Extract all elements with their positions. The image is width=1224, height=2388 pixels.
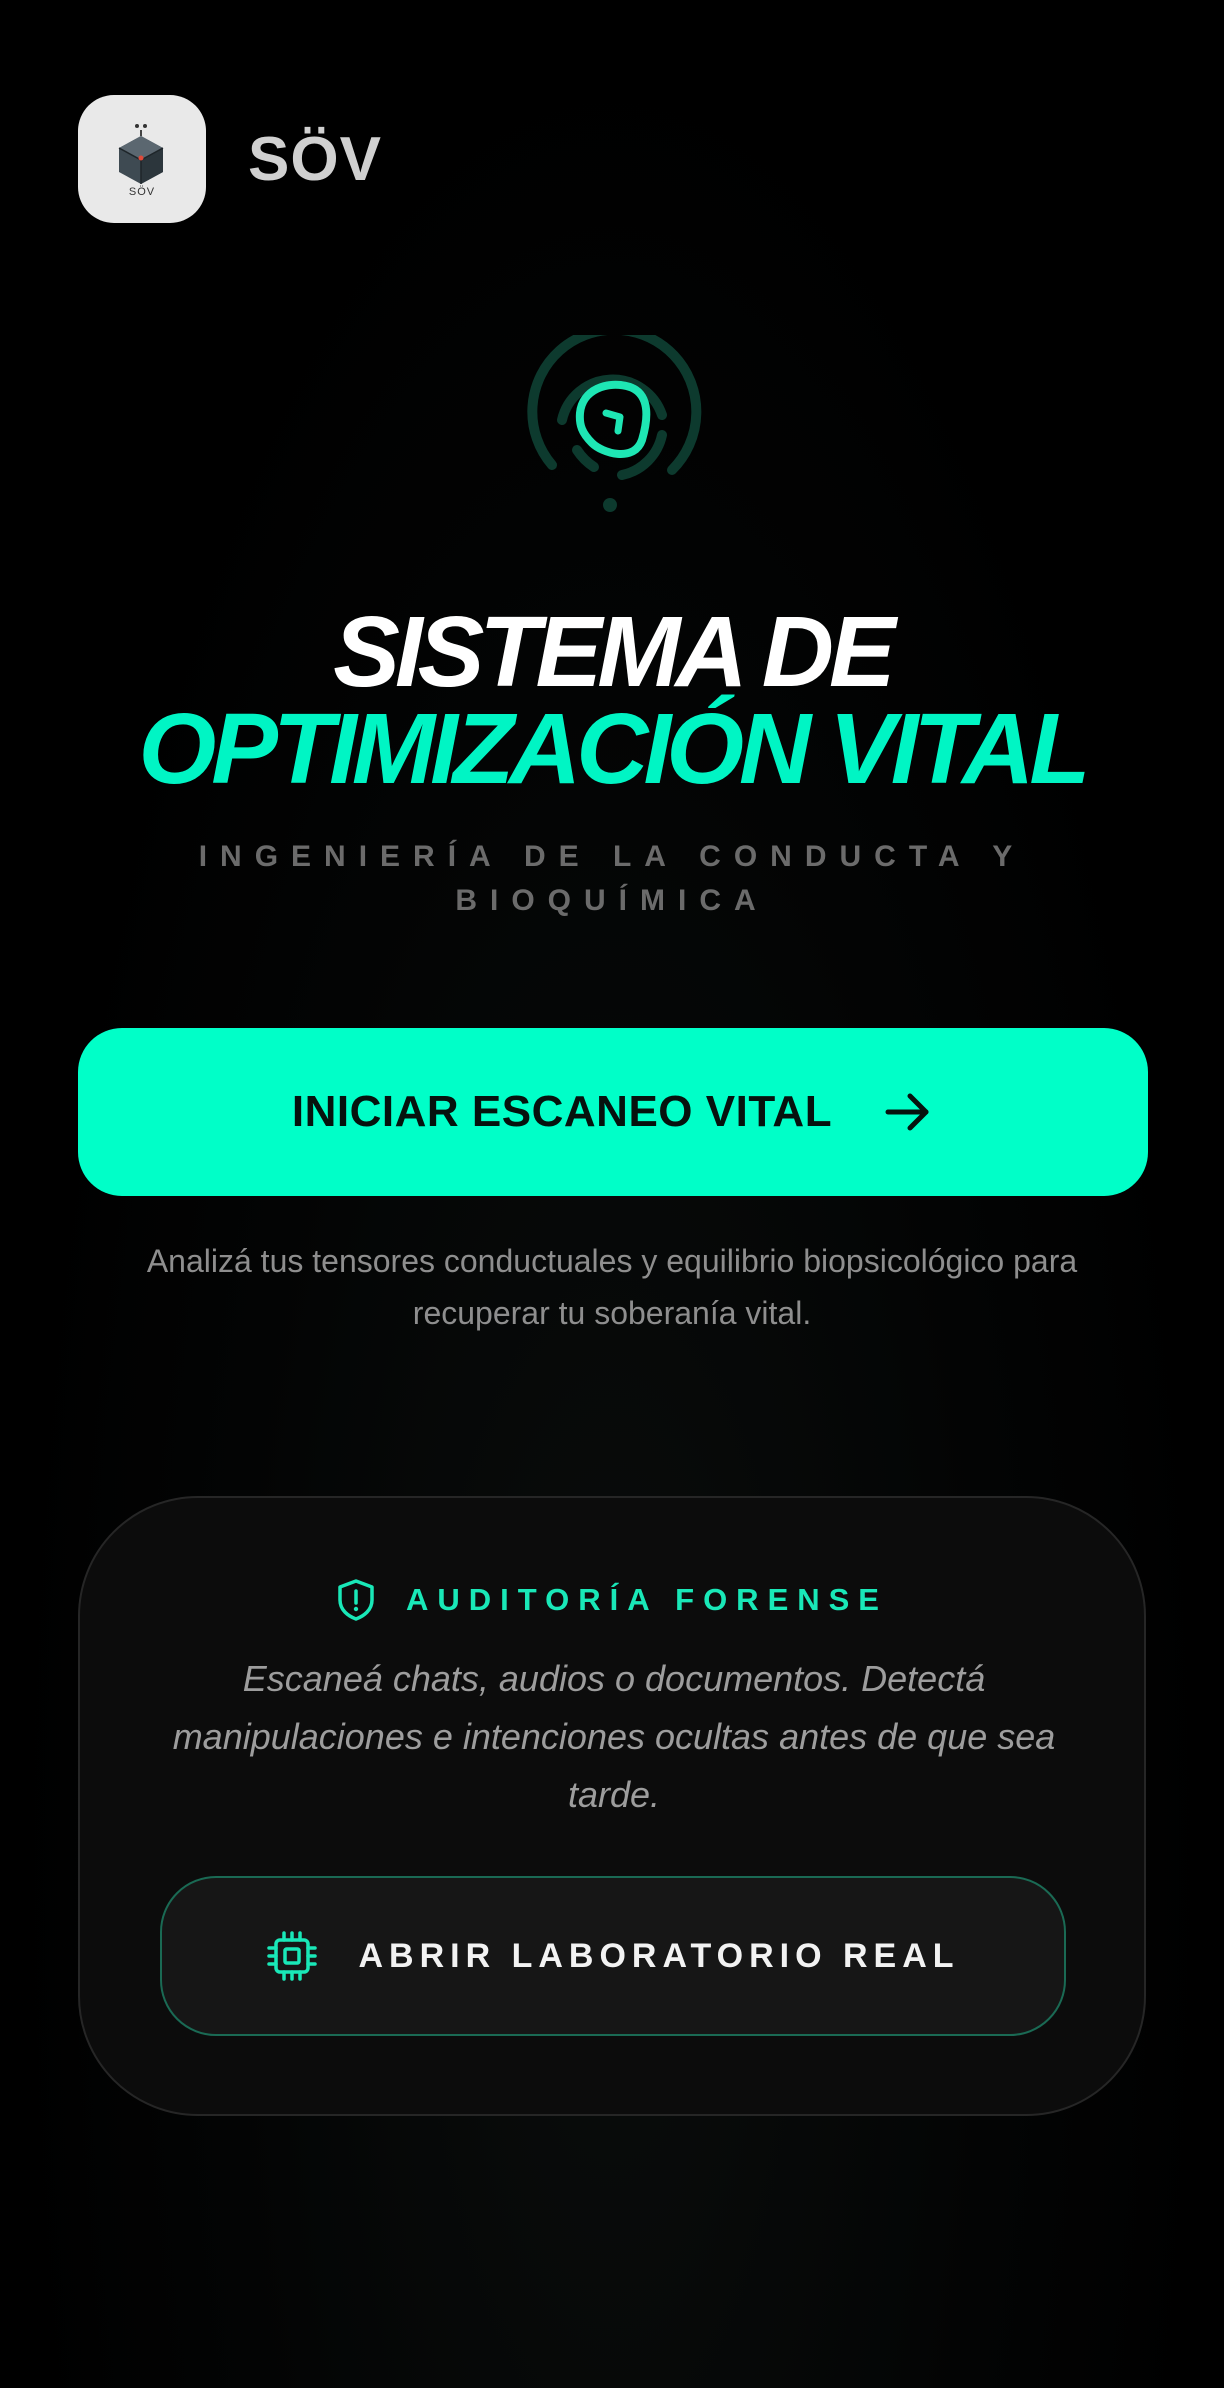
cta-caption: Analizá tus tensores conductuales y equi…	[146, 1243, 1078, 1331]
start-scan-button[interactable]: INICIAR ESCANEO VITAL	[78, 1028, 1148, 1196]
landing-page: SÖV SÖV SISTEMA DE OPTIMIZACIÓN VITAL IN…	[0, 0, 1224, 2388]
chip-icon	[267, 1931, 318, 1981]
brand-name: SÖV	[248, 124, 382, 194]
app-header: SÖV SÖV	[78, 95, 382, 223]
open-lab-button[interactable]: ABRIR LABORATORIO REAL	[160, 1876, 1066, 2036]
shield-alert-icon	[338, 1579, 374, 1621]
open-lab-label: ABRIR LABORATORIO REAL	[358, 1936, 960, 1975]
cube-logo-icon	[118, 124, 164, 184]
hero-title-line2: OPTIMIZACIÓN VITAL	[138, 693, 1091, 805]
fingerprint-scan-icon	[527, 335, 702, 512]
forensic-audit-card: AUDITORÍA FORENSE Escaneá chats, audios …	[78, 1496, 1146, 2116]
start-scan-label: INICIAR ESCANEO VITAL	[291, 1087, 833, 1136]
card-description: Escaneá chats, audios o documentos. Dete…	[172, 1658, 1056, 1815]
app-logo[interactable]: SÖV	[78, 95, 206, 223]
card-heading: AUDITORÍA FORENSE	[80, 1578, 1144, 1622]
arrow-right-icon	[885, 1093, 929, 1131]
logo-caption: SÖV	[128, 186, 156, 198]
hero-subtitle: INGENIERÍA DE LA CONDUCTA Y BIOQUÍMICA	[198, 840, 1026, 917]
card-heading-label: AUDITORÍA FORENSE	[406, 1582, 888, 1617]
